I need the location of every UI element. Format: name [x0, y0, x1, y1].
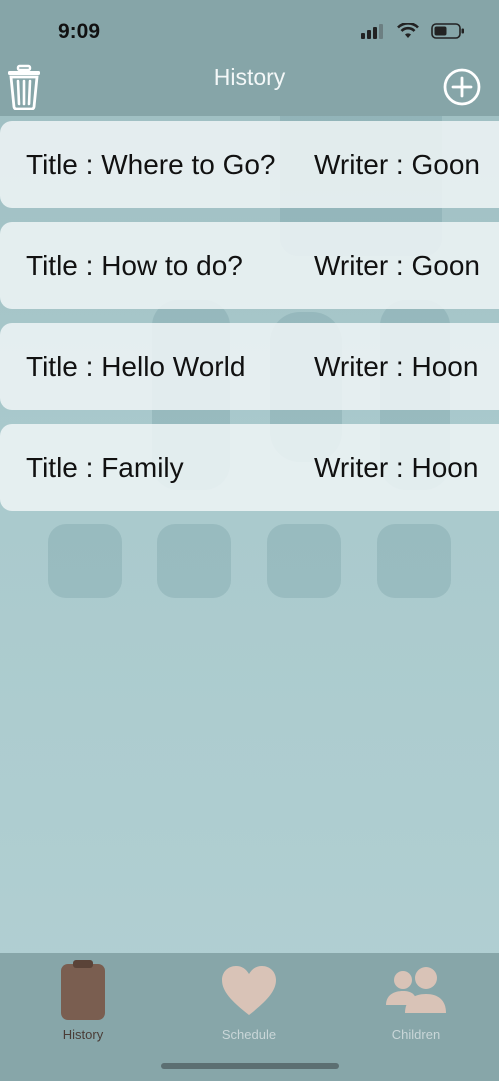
status-bar: 9:09 — [0, 0, 499, 62]
people-icon — [386, 967, 446, 1013]
alarm-icon — [267, 524, 341, 598]
tab-label: Schedule — [221, 1027, 277, 1042]
signal-icon — [361, 24, 383, 39]
list-item[interactable]: Title : Family Writer : Hoon — [0, 424, 499, 511]
tab-schedule[interactable]: Schedule — [166, 953, 332, 1053]
wifi-icon — [397, 23, 419, 38]
item-writer: Writer : Hoon — [314, 351, 479, 382]
add-button[interactable] — [443, 68, 481, 106]
home-indicator — [161, 1063, 339, 1069]
status-time: 9:09 — [58, 20, 101, 43]
battery-icon — [431, 23, 464, 39]
heart-icon — [222, 966, 276, 1015]
list-item[interactable]: Title : Where to Go? Writer : Goon — [0, 121, 499, 208]
navigation-bar: History — [0, 56, 499, 116]
record-icon — [377, 524, 451, 598]
tab-label: History — [62, 1027, 104, 1042]
page-title: History — [213, 64, 286, 90]
tab-children[interactable]: Children — [333, 953, 499, 1053]
item-title: Title : How to do? — [26, 250, 243, 281]
camera-icon — [157, 524, 231, 598]
tab-history[interactable]: History — [0, 953, 166, 1053]
item-writer: Writer : Hoon — [314, 452, 479, 483]
item-title: Title : Where to Go? — [26, 149, 276, 180]
tab-label: Children — [391, 1027, 441, 1042]
item-title: Title : Hello World — [26, 351, 246, 382]
item-writer: Writer : Goon — [314, 250, 480, 281]
status-icons — [361, 23, 465, 39]
list-item[interactable]: Title : How to do? Writer : Goon — [0, 222, 499, 309]
tab-bar: History Schedule Children — [0, 953, 499, 1081]
plus-circle-icon — [443, 68, 481, 106]
item-title: Title : Family — [26, 452, 184, 483]
calculator-icon — [48, 524, 122, 598]
list-item[interactable]: Title : Hello World Writer : Hoon — [0, 323, 499, 410]
item-writer: Writer : Goon — [314, 149, 480, 180]
clipboard-icon — [61, 960, 105, 1020]
